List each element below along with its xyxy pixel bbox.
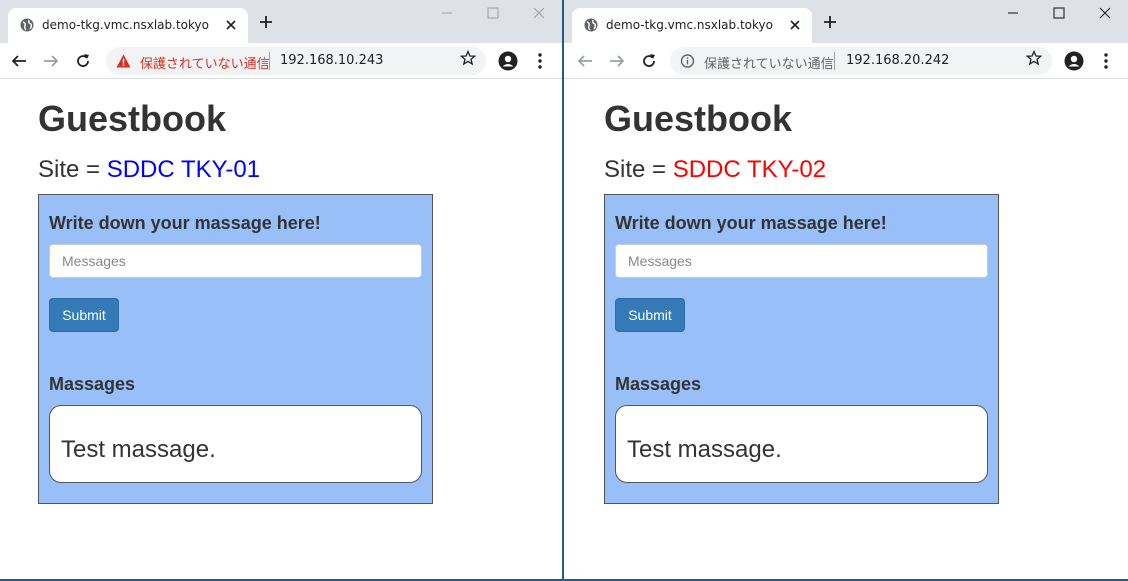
close-tab-icon[interactable] <box>788 18 802 32</box>
security-status-label[interactable]: 保護されていない通信 <box>140 53 270 72</box>
browser-window-left: demo-tkg.vmc.nsxlab.tokyo 保護されていない通信 192… <box>0 0 562 579</box>
address-bar[interactable]: 保護されていない通信 192.168.20.242 <box>670 47 1052 75</box>
url-text[interactable]: 192.168.10.243 <box>280 53 383 68</box>
address-bar[interactable]: 保護されていない通信 192.168.10.243 <box>106 47 486 75</box>
site-prefix: Site = <box>604 156 673 183</box>
browser-window-right: demo-tkg.vmc.nsxlab.tokyo 保護されていない通信 192… <box>564 0 1128 579</box>
message-item: Test massage. <box>627 436 782 463</box>
warning-triangle-icon[interactable] <box>116 54 131 68</box>
more-menu-icon[interactable] <box>1104 53 1108 69</box>
page-title: Guestbook <box>604 98 793 139</box>
new-tab-plus-icon[interactable] <box>258 14 274 30</box>
message-input[interactable] <box>49 244 422 278</box>
site-name: SDDC TKY-01 <box>106 156 261 183</box>
globe-icon <box>584 18 598 32</box>
title-bar: demo-tkg.vmc.nsxlab.tokyo <box>564 0 1128 43</box>
forward-arrow-icon[interactable] <box>42 52 60 70</box>
globe-icon <box>20 18 34 32</box>
page-content: Guestbook Site = SDDC TKY-01 Write down … <box>0 80 562 579</box>
messages-box: Test massage. <box>615 405 988 483</box>
more-menu-icon[interactable] <box>538 53 542 69</box>
site-name: SDDC TKY-02 <box>672 156 827 183</box>
guestbook-panel: Write down your massage here! Submit Mas… <box>604 194 999 504</box>
guestbook-panel: Write down your massage here! Submit Mas… <box>38 194 433 504</box>
info-icon[interactable] <box>680 54 695 68</box>
submit-button[interactable]: Submit <box>49 298 119 332</box>
forward-arrow-icon[interactable] <box>608 52 626 70</box>
tab-title: demo-tkg.vmc.nsxlab.tokyo <box>606 18 773 32</box>
bookmark-star-icon[interactable] <box>1026 50 1042 66</box>
messages-heading: Massages <box>49 374 136 394</box>
maximize-icon[interactable] <box>1052 6 1066 20</box>
omnibox-divider <box>269 52 270 70</box>
reload-icon[interactable] <box>640 52 658 70</box>
reload-icon[interactable] <box>74 52 92 70</box>
message-item: Test massage. <box>61 436 216 463</box>
maximize-icon[interactable] <box>486 6 500 20</box>
new-tab-plus-icon[interactable] <box>822 14 838 30</box>
form-heading: Write down your massage here! <box>615 213 887 233</box>
site-line: Site = SDDC TKY-02 <box>604 156 826 184</box>
close-tab-icon[interactable] <box>224 18 238 32</box>
profile-avatar-icon[interactable] <box>1064 51 1084 71</box>
desktop: demo-tkg.vmc.nsxlab.tokyo 保護されていない通信 192… <box>0 0 1128 581</box>
browser-toolbar: 保護されていない通信 192.168.20.242 <box>564 43 1128 79</box>
message-input[interactable] <box>615 244 988 278</box>
form-heading: Write down your massage here! <box>49 213 321 233</box>
submit-button[interactable]: Submit <box>615 298 685 332</box>
browser-toolbar: 保護されていない通信 192.168.10.243 <box>0 43 562 79</box>
browser-tab[interactable]: demo-tkg.vmc.nsxlab.tokyo <box>8 8 248 43</box>
minimize-icon[interactable] <box>440 6 454 20</box>
url-text[interactable]: 192.168.20.242 <box>846 53 949 68</box>
messages-heading: Massages <box>615 374 702 394</box>
page-title: Guestbook <box>38 98 227 139</box>
back-arrow-icon[interactable] <box>576 52 594 70</box>
profile-avatar-icon[interactable] <box>498 51 518 71</box>
site-prefix: Site = <box>38 156 107 183</box>
page-content: Guestbook Site = SDDC TKY-02 Write down … <box>564 80 1128 579</box>
tab-title: demo-tkg.vmc.nsxlab.tokyo <box>42 18 209 32</box>
back-arrow-icon[interactable] <box>10 52 28 70</box>
close-window-icon[interactable] <box>532 6 546 20</box>
bookmark-star-icon[interactable] <box>460 50 476 66</box>
messages-box: Test massage. <box>49 405 422 483</box>
browser-tab[interactable]: demo-tkg.vmc.nsxlab.tokyo <box>572 8 812 43</box>
site-line: Site = SDDC TKY-01 <box>38 156 260 184</box>
minimize-icon[interactable] <box>1006 6 1020 20</box>
title-bar: demo-tkg.vmc.nsxlab.tokyo <box>0 0 562 43</box>
close-window-icon[interactable] <box>1098 6 1112 20</box>
omnibox-divider <box>834 52 835 70</box>
security-status-label[interactable]: 保護されていない通信 <box>704 53 834 72</box>
